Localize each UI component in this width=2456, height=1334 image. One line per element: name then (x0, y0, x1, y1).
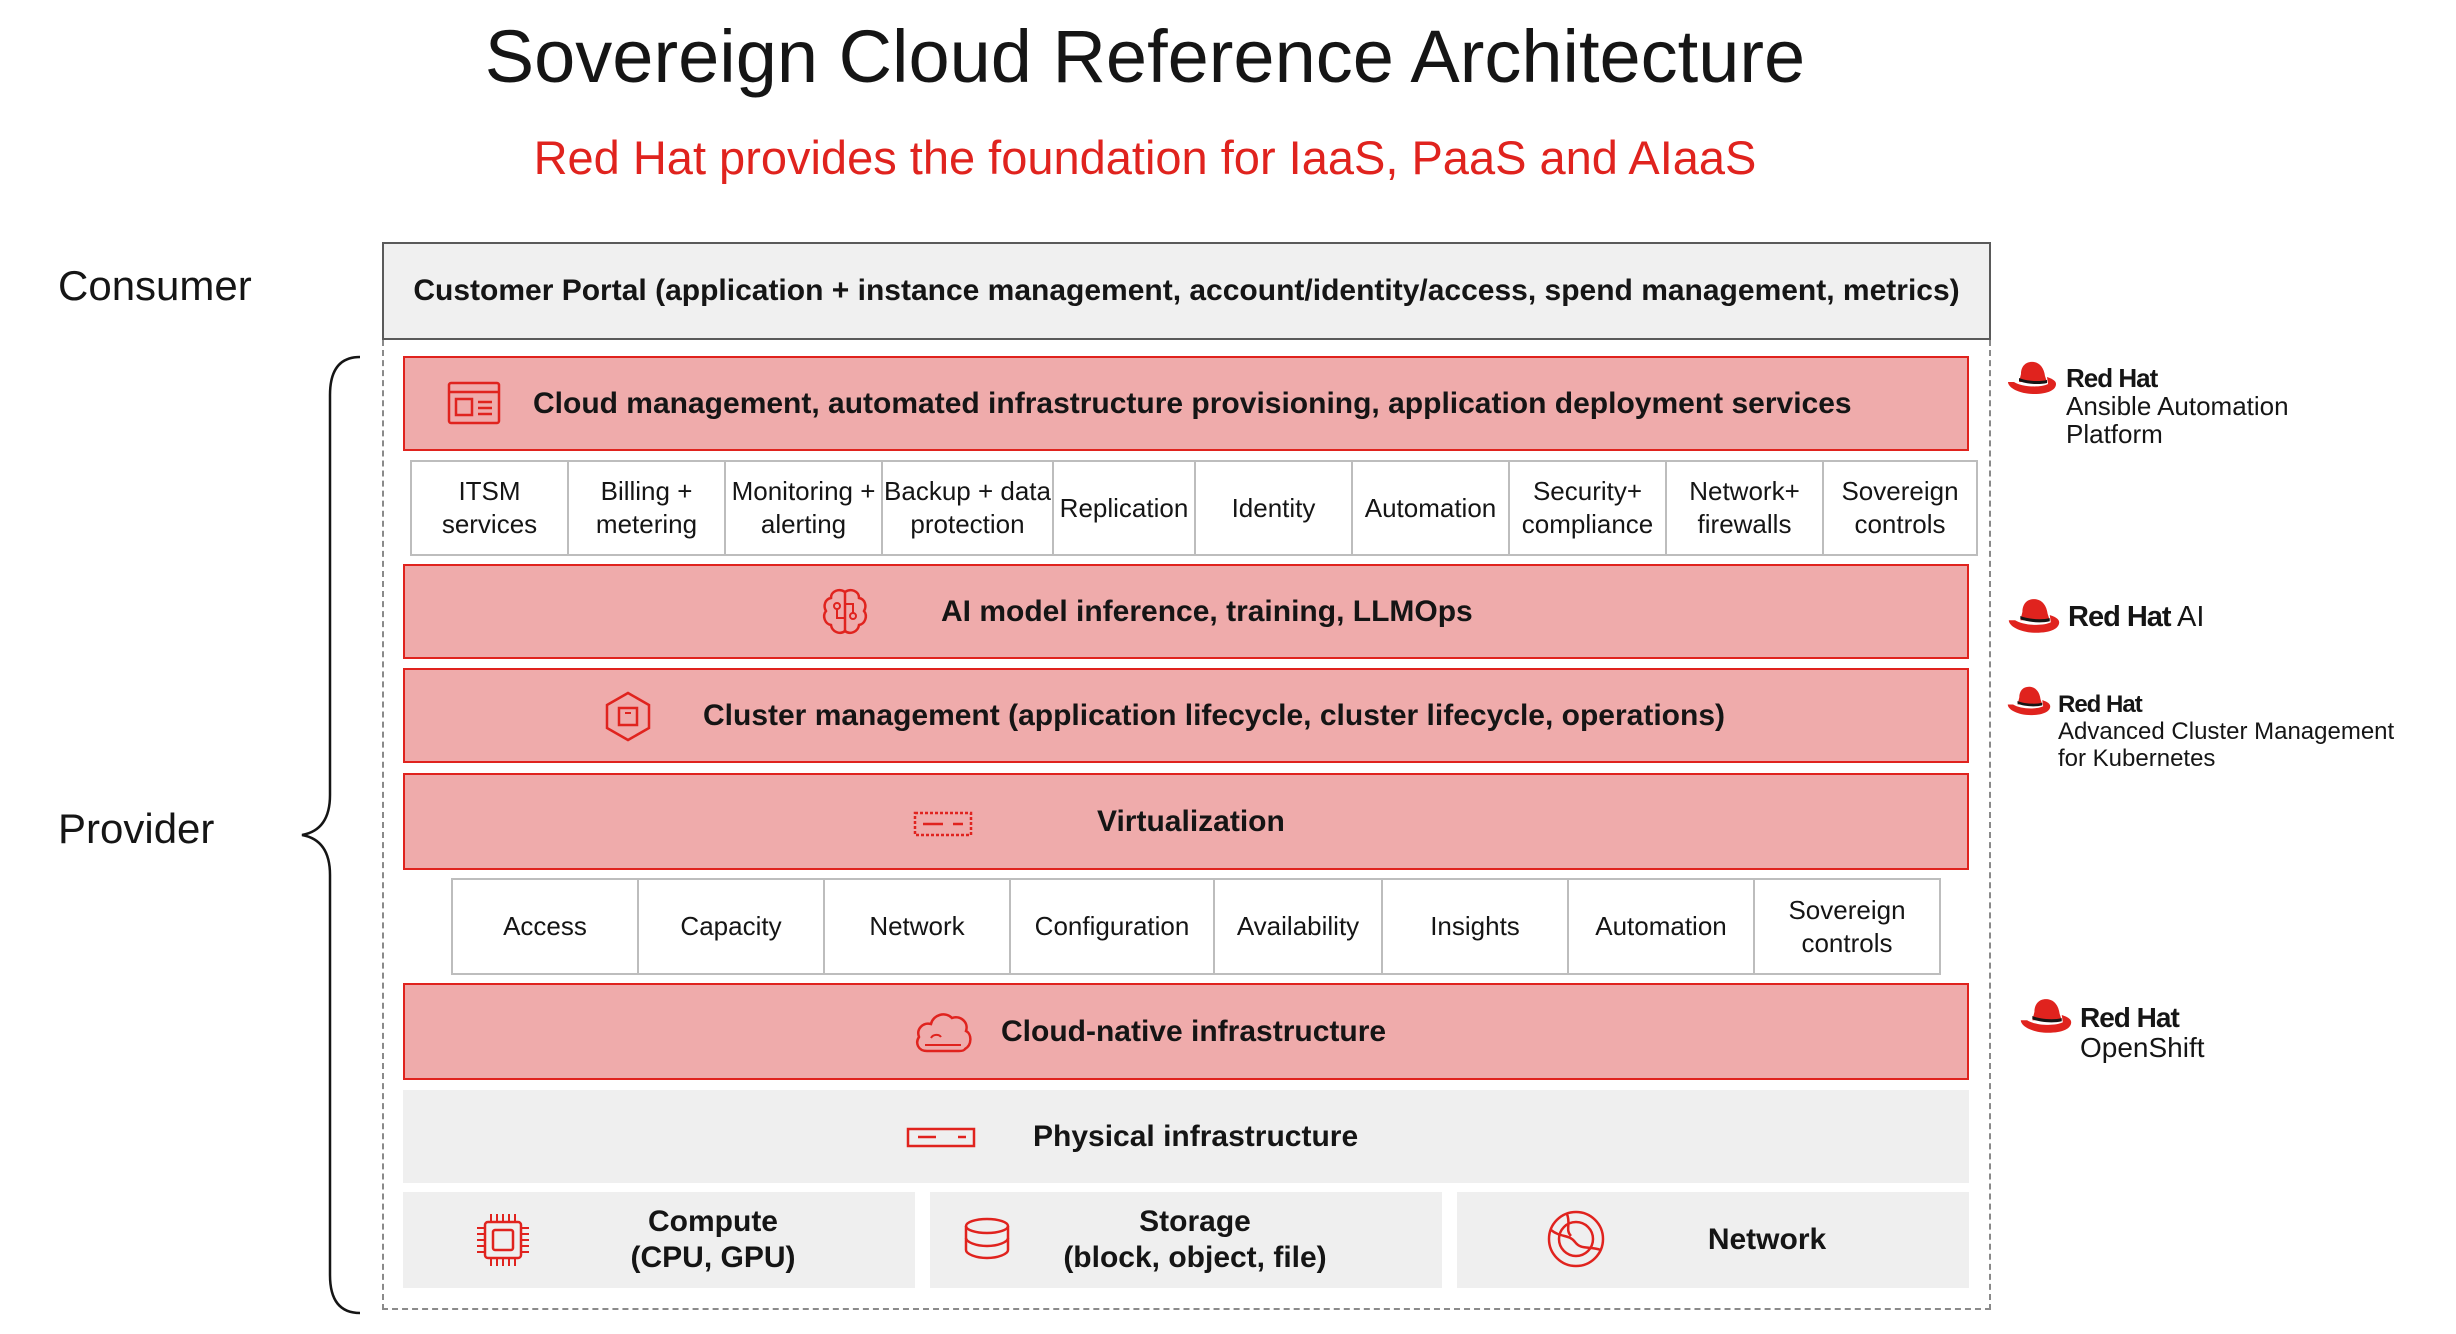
service-sovereign-controls: Sovereign controls (1824, 460, 1978, 556)
service-security: Security+ compliance (1510, 460, 1667, 556)
cloud-icon (913, 1007, 973, 1059)
page-subtitle: Red Hat provides the foundation for IaaS… (533, 131, 1757, 184)
customer-portal-bar: Customer Portal (application + instance … (382, 242, 1991, 340)
services-row-2: Access Capacity Network Configuration Av… (451, 878, 1941, 975)
consumer-label: Consumer (58, 262, 252, 309)
server-icon (906, 1126, 976, 1150)
service-billing: Billing + metering (569, 460, 726, 556)
band-cluster-management: Cluster management (application lifecycl… (403, 668, 1969, 763)
product-red-hat-ai: Red Hat AI (2006, 595, 2204, 642)
service-itsm: ITSM services (410, 460, 569, 556)
capability-network: Network (825, 878, 1011, 975)
red-hat-fedora-icon (2006, 683, 2052, 724)
capability-access: Access (451, 878, 639, 975)
capability-insights: Insights (1383, 878, 1569, 975)
provider-label: Provider (58, 805, 215, 852)
database-icon (962, 1216, 1012, 1267)
capability-automation: Automation (1569, 878, 1755, 975)
band-cloud-management-label: Cloud management, automated infrastructu… (533, 386, 1852, 420)
compute-box: Compute (CPU, GPU) (403, 1192, 915, 1288)
band-cluster-management-label: Cluster management (application lifecycl… (703, 698, 1725, 732)
red-hat-fedora-icon (2018, 995, 2074, 1042)
capability-capacity: Capacity (639, 878, 825, 975)
service-network-firewalls: Network+ firewalls (1667, 460, 1824, 556)
red-hat-fedora-icon (2006, 358, 2058, 403)
hexagon-cube-icon (603, 690, 653, 742)
brain-icon (819, 586, 871, 638)
service-replication: Replication (1054, 460, 1196, 556)
band-virtualization: Virtualization (403, 773, 1969, 870)
compute-label: Compute (CPU, GPU) (630, 1205, 796, 1274)
services-row-1: ITSM services Billing + metering Monitorin… (410, 460, 1978, 556)
page-title: Sovereign Cloud Reference Architecture (484, 15, 1806, 98)
band-cloud-native: Cloud-native infrastructure (403, 983, 1969, 1080)
band-physical-infrastructure: Physical infrastructure (403, 1090, 1969, 1183)
service-monitoring: Monitoring + alerting (726, 460, 883, 556)
red-hat-fedora-icon (2006, 595, 2062, 642)
band-cloud-management: Cloud management, automated infrastructu… (403, 356, 1969, 451)
provider-brace (301, 355, 361, 1315)
product-acm: Red Hat Advanced Cluster Management for Ku… (2006, 683, 2394, 772)
band-virtualization-label: Virtualization (1097, 804, 1285, 838)
service-identity: Identity (1196, 460, 1353, 556)
server-rack-icon (913, 810, 973, 838)
capability-sovereign-controls: Sovereign controls (1755, 878, 1941, 975)
product-ansible: Red Hat Ansible Automation Platform (2006, 358, 2289, 448)
service-backup: Backup + data protection (883, 460, 1054, 556)
band-ai-model: AI model inference, training, LLMOps (403, 564, 1969, 659)
storage-label: Storage (block, object, file) (1063, 1205, 1327, 1274)
cpu-chip-icon (473, 1210, 533, 1275)
band-physical-infrastructure-label: Physical infrastructure (1033, 1119, 1359, 1153)
customer-portal-label: Customer Portal (application + instance … (413, 274, 1960, 307)
globe-icon (1545, 1208, 1607, 1275)
service-automation: Automation (1353, 460, 1510, 556)
network-box: Network (1457, 1192, 1969, 1288)
network-label: Network (1707, 1223, 1827, 1256)
browser-window-icon (447, 380, 501, 426)
product-openshift: Red Hat OpenShift (2018, 995, 2205, 1063)
storage-box: Storage (block, object, file) (930, 1192, 1442, 1288)
band-ai-model-label: AI model inference, training, LLMOps (941, 594, 1473, 628)
band-cloud-native-label: Cloud-native infrastructure (1001, 1014, 1387, 1048)
capability-configuration: Configuration (1011, 878, 1215, 975)
capability-availability: Availability (1215, 878, 1383, 975)
